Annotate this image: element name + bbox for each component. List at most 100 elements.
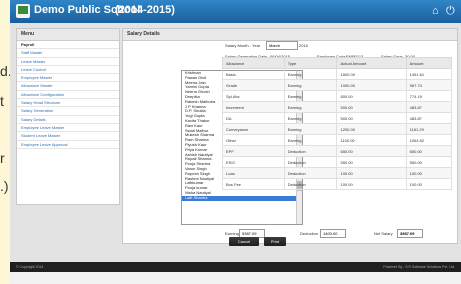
employee-list-item[interactable]: Lalit Sharma <box>182 195 302 201</box>
table-row: Bus Fee Deduction 100.00 100.00 <box>222 178 453 190</box>
table-cell: 650.00 <box>405 145 453 157</box>
table-cell: Bus Fee <box>222 178 285 190</box>
table-cell: 1451.61 <box>405 68 453 80</box>
table-row: Conveyance Earning 1200.00 1161.29 <box>222 123 453 135</box>
academic-year: (2014-2015) <box>115 4 175 16</box>
table-cell: Deduction <box>283 156 338 168</box>
footer-powered-by: Powered By : S.R Software Solutions Pvt.… <box>383 265 455 269</box>
deduction-total-field: 1400.00 <box>320 229 346 238</box>
sidebar-item[interactable]: Leave Control <box>17 66 119 75</box>
home-icon[interactable]: ⌂ <box>432 5 439 17</box>
left-edge-fragment: .) <box>0 178 9 194</box>
table-cell: DA <box>222 112 285 124</box>
table-cell: 100.00 <box>336 178 407 190</box>
left-edge-fragment: r <box>0 150 5 166</box>
sidebar-item[interactable]: Staff Master <box>17 49 119 58</box>
cancel-button[interactable]: Cancel <box>229 237 259 246</box>
table-cell: 1000.00 <box>336 79 407 91</box>
table-cell: 483.87 <box>405 112 453 124</box>
sidebar-item[interactable]: Student Leave Master <box>17 132 119 141</box>
table-cell: EPF <box>222 145 285 157</box>
footer: © Copyright 2014 Powered By : S.R Softwa… <box>10 262 461 272</box>
table-cell: 100.00 <box>405 178 453 190</box>
table-row: Loan Deduction 100.00 100.00 <box>222 167 453 179</box>
month-select[interactable]: March <box>266 41 298 50</box>
table-cell: 967.74 <box>405 79 453 91</box>
sidebar-item[interactable]: Allowance Configuration <box>17 91 119 100</box>
table-row: Other Earning 1100.00 1064.52 <box>222 134 453 146</box>
deduction-label: Deduction <box>300 231 319 236</box>
salary-month-label: Salary Month - Year <box>225 43 261 48</box>
sidebar-item[interactable]: Allowance Master <box>17 82 119 91</box>
table-cell: Earning <box>283 101 338 113</box>
table-row: Basic Earning 1500.00 1451.61 <box>222 68 453 80</box>
table-cell: Deduction <box>283 145 338 157</box>
net-salary-label: Net Salary <box>374 231 393 236</box>
deduction-total-value: 1400.00 <box>323 231 338 236</box>
sidebar-item[interactable]: Salary Head Structure <box>17 99 119 108</box>
table-row: DA Earning 500.00 483.87 <box>222 112 453 124</box>
table-cell: Increment <box>222 101 285 113</box>
column-header: Amount <box>405 57 453 69</box>
app-header: Demo Public School (2014-2015) ⌂ ⏻ <box>10 0 461 23</box>
table-row: Increment Earning 500.00 483.87 <box>222 101 453 113</box>
sidebar-item[interactable]: Employee Leave Approval <box>17 141 119 149</box>
panel-title: Salary Details <box>123 29 457 41</box>
table-cell: Earning <box>283 79 338 91</box>
footer-copyright: © Copyright 2014 <box>16 265 44 269</box>
net-salary-field: 3987.09 <box>397 229 423 238</box>
table-cell: 483.87 <box>405 101 453 113</box>
table-row: EPF Deduction 650.00 650.00 <box>222 145 453 157</box>
earning-label: Earning <box>225 231 239 236</box>
print-button[interactable]: Print <box>264 237 286 246</box>
table-cell: 800.00 <box>336 90 407 102</box>
table-cell: 550.00 <box>405 156 453 168</box>
school-logo-icon <box>16 4 30 18</box>
earning-total-value: 5387.09 <box>242 231 257 236</box>
table-cell: Spl.Alw <box>222 90 285 102</box>
table-header-row: Allowance Type Actual Amount Amount <box>222 57 453 69</box>
table-cell: Grade <box>222 79 285 91</box>
net-salary-value: 3987.09 <box>400 231 415 236</box>
table-cell: Deduction <box>283 178 338 190</box>
sidebar-item[interactable]: Payroll <box>17 41 119 50</box>
sidebar-item[interactable]: Salary Generation <box>17 107 119 116</box>
table-cell: 1100.00 <box>336 134 407 146</box>
sidebar-item[interactable]: Employee Leave Master <box>17 124 119 133</box>
table-cell: Earning <box>283 112 338 124</box>
column-header: Allowance <box>222 57 285 69</box>
table-cell: Earning <box>283 134 338 146</box>
table-row: ESIC Deduction 550.00 550.00 <box>222 156 453 168</box>
app-window: Demo Public School (2014-2015) ⌂ ⏻ Menu … <box>10 0 461 272</box>
table-cell: 1161.29 <box>405 123 453 135</box>
table-cell: Deduction <box>283 167 338 179</box>
sidebar-item[interactable]: Leave Master <box>17 58 119 66</box>
table-cell: Earning <box>283 123 338 135</box>
power-icon[interactable]: ⏻ <box>446 5 455 18</box>
table-cell: 100.00 <box>336 167 407 179</box>
table-row: Grade Earning 1000.00 967.74 <box>222 79 453 91</box>
sidebar-menu: Menu Payroll Staff Master Leave Master Leav… <box>16 28 120 205</box>
column-header: Actual Amount <box>336 57 407 69</box>
table-cell: Loan <box>222 167 285 179</box>
column-header: Type <box>283 57 338 69</box>
table-cell: 650.00 <box>336 145 407 157</box>
table-cell: 1064.52 <box>405 134 453 146</box>
sidebar-item[interactable]: Salary Details <box>17 116 119 124</box>
left-edge-background <box>0 0 10 284</box>
table-cell: Other <box>222 134 285 146</box>
salary-table: Allowance Type Actual Amount Amount Basi… <box>222 57 453 190</box>
table-cell: 100.00 <box>405 167 453 179</box>
left-edge-fragment: t <box>0 93 4 109</box>
table-cell: 500.00 <box>336 101 407 113</box>
table-cell: 1200.00 <box>336 123 407 135</box>
table-cell: 500.00 <box>336 112 407 124</box>
table-cell: Earning <box>283 90 338 102</box>
month-value: March <box>269 43 281 48</box>
year-value: 2015 <box>299 43 308 48</box>
sidebar-item[interactable]: Employee Master <box>17 74 119 83</box>
table-cell: Earning <box>283 68 338 80</box>
table-cell: 1500.00 <box>336 68 407 80</box>
table-cell: ESIC <box>222 156 285 168</box>
table-cell: Conveyance <box>222 123 285 135</box>
